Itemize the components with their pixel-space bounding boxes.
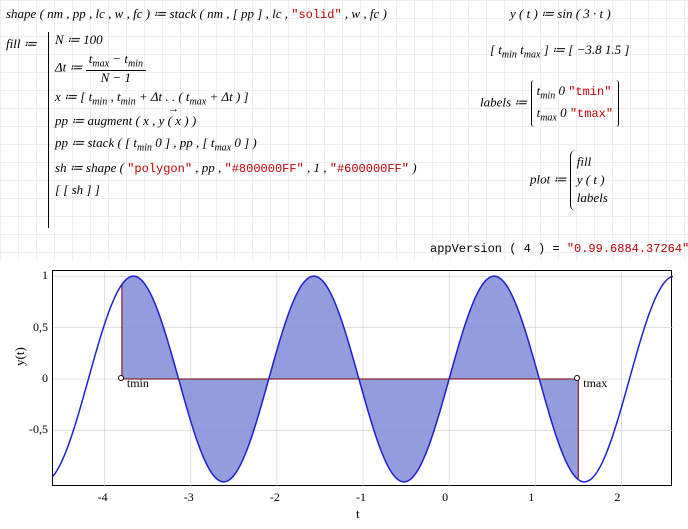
y-tick: 0	[18, 371, 48, 386]
x-tick: 1	[528, 490, 534, 505]
fill-body: N ≔ 100 Δt ≔ tmax − tmin N − 1 x ≔ [ tmi…	[48, 32, 417, 228]
x-tick: 2	[614, 490, 620, 505]
x-tick: -4	[98, 490, 108, 505]
text: fill ≔	[6, 36, 37, 51]
text: shape ( nm , pp , lc , w , fc ) ≔ stack …	[6, 6, 291, 21]
fill-lhs: fill ≔	[6, 36, 37, 52]
dt-frac: tmax − tmin N − 1	[86, 52, 146, 85]
x-tick: -2	[270, 490, 280, 505]
dt-lhs: Δt ≔	[55, 59, 86, 74]
sh-output: [ [ sh ] ]	[55, 182, 100, 197]
tminmax-def: [ tmin tmax ] ≔ [ −3.8 1.5 ]	[490, 42, 629, 61]
x-tick: 0	[442, 490, 448, 505]
vectorize: y ( x )	[159, 113, 189, 129]
x-axis-label: t	[356, 506, 360, 522]
labels-matrix: tmin 0 "tmin" tmax 0 "tmax"	[531, 80, 620, 127]
marker-tmin	[118, 375, 124, 381]
y-def: y ( t ) ≔ sin ( 3 · t )	[510, 6, 611, 22]
plot-chart: y(t) t -4 -3 -2 -1 0 1 2 -0,5 0 0,5 1 tmin tmax	[8, 266, 680, 524]
app-version: appVersion ( 4 ) = "0.99.6884.37264"	[430, 242, 688, 256]
plot-brace: fill y ( t ) labels	[570, 150, 608, 211]
math-worksheet: shape ( nm , pp , lc , w , fc ) ≔ stack …	[0, 0, 688, 262]
N-line: N ≔ 100	[55, 32, 103, 47]
y-tick: -0,5	[18, 422, 48, 437]
text: y ( t ) ≔ sin ( 3 · t )	[510, 6, 611, 21]
labels-def: labels ≔ tmin 0 "tmin" tmax 0 "tmax"	[480, 80, 619, 127]
x-tick: -3	[184, 490, 194, 505]
marker-label-tmin: tmin	[127, 376, 149, 391]
plot-def: plot ≔ fill y ( t ) labels	[530, 150, 608, 211]
string-solid: "solid"	[291, 8, 341, 22]
y-tick: 0,5	[18, 320, 48, 335]
shape-def: shape ( nm , pp , lc , w , fc ) ≔ stack …	[6, 6, 387, 22]
x-tick: -1	[356, 490, 366, 505]
y-axis-label: y(t)	[12, 347, 28, 366]
y-tick: 1	[18, 268, 48, 283]
marker-label-tmax: tmax	[583, 376, 607, 391]
text: , w , fc )	[342, 6, 387, 21]
